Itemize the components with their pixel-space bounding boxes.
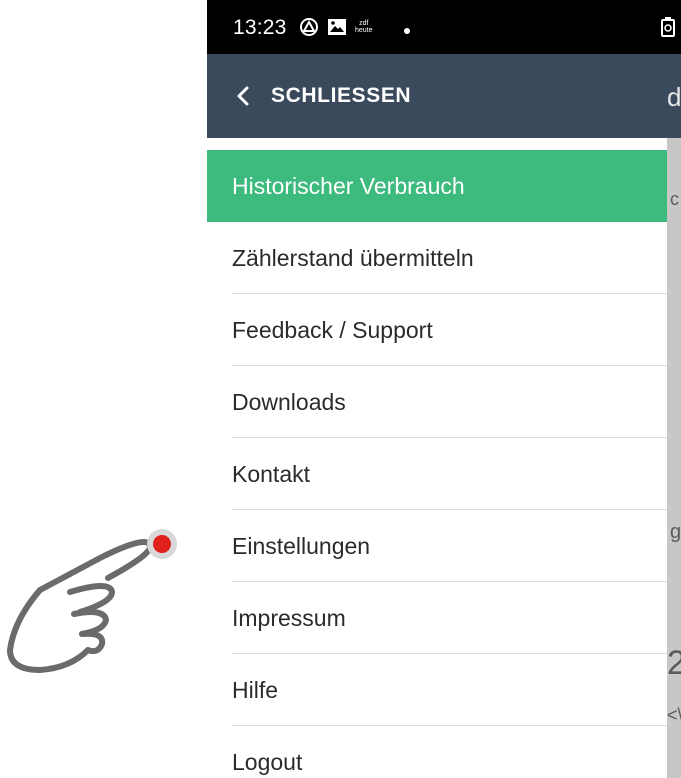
menu-item-label: Einstellungen [232,532,371,559]
menu-item-label: Downloads [232,388,346,415]
menu-item-downloads[interactable]: Downloads [207,366,667,438]
notification-dot [404,28,410,34]
navigation-drawer: SCHLIESSEN Historischer Verbrauch Zähler… [207,54,667,778]
menu-item-historischer-verbrauch[interactable]: Historischer Verbrauch [207,150,667,222]
close-button-label: SCHLIESSEN [271,84,412,107]
menu-item-hilfe[interactable]: Hilfe [207,654,667,726]
menu-item-feedback-support[interactable]: Feedback / Support [207,294,667,366]
menu-item-zaehlerstand-uebermitteln[interactable]: Zählerstand übermitteln [207,222,667,294]
menu-item-label: Historischer Verbrauch [232,172,465,199]
background-text-fragment: <\ [667,705,681,725]
menu-item-label: Impressum [232,604,346,631]
zdf-heute-icon: zdf heute [355,18,373,36]
menu-item-label: Feedback / Support [232,316,433,343]
background-text-fragment: c [670,189,679,209]
status-bar: 13:23 zdf heute [207,0,681,54]
menu-item-label: Hilfe [232,676,279,703]
menu-item-einstellungen[interactable]: Einstellungen [207,510,667,582]
background-text-fragment: d [667,82,681,112]
screen: d c g 2 <\ 13:23 zdf heute SCHLIESSEN Hi… [0,0,681,778]
background-text-fragment: g [670,521,681,543]
image-icon [327,18,347,36]
menu-item-label: Logout [232,748,303,775]
close-button[interactable]: SCHLIESSEN [235,84,411,108]
menu-item-label: Kontakt [232,460,310,487]
menu-item-logout[interactable]: Logout [207,726,667,778]
menu-item-impressum[interactable]: Impressum [207,582,667,654]
tap-gesture-hand-icon [7,529,177,673]
chevron-left-icon [237,86,249,106]
background-text-fragment: 2 [667,644,681,682]
tap-indicator-dot [153,535,171,553]
drawer-menu: Historischer Verbrauch Zählerstand überm… [207,150,667,778]
menu-item-label: Zählerstand übermitteln [232,244,474,271]
menu-item-kontakt[interactable]: Kontakt [207,438,667,510]
heute-label: heute [355,27,373,34]
triangle-drive-icon [299,18,319,36]
status-time: 13:23 [233,16,287,39]
zdf-label: zdf [359,20,369,27]
battery-icon [661,17,675,37]
drawer-header: SCHLIESSEN [207,54,667,138]
phone-screen: d c g 2 <\ 13:23 zdf heute SCHLIESSEN Hi… [207,0,681,778]
